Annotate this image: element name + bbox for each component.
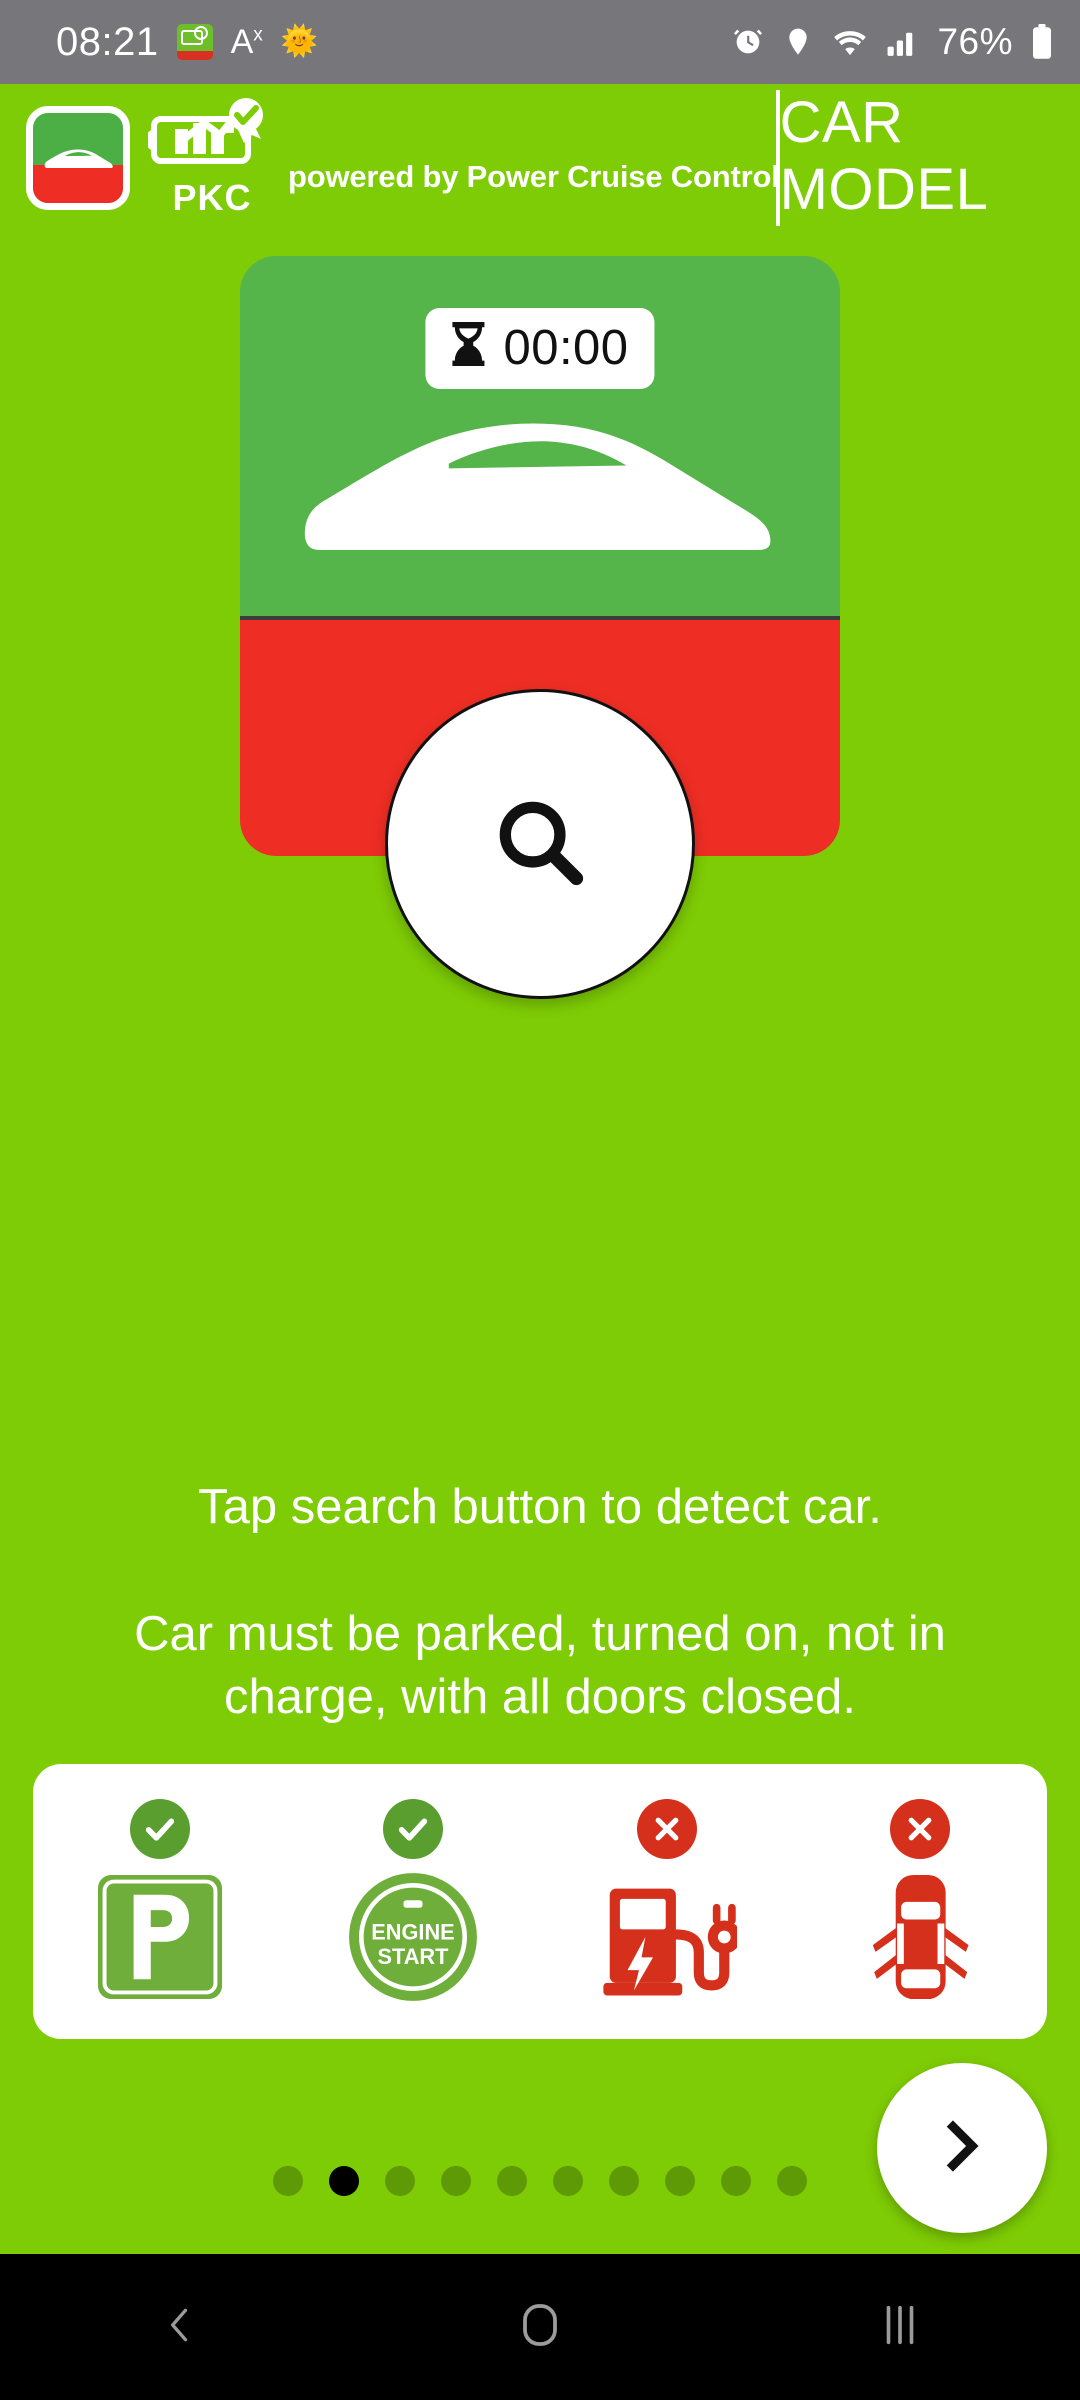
pkc-battery-logo-icon: PKC [148, 97, 276, 219]
page-dot[interactable] [609, 2166, 639, 2196]
check-icon [129, 1798, 190, 1859]
condition-not-charging [540, 1798, 794, 2005]
app-header-branding: PKC powered by Power Cruise Control [0, 84, 780, 232]
battery-icon [1030, 24, 1054, 60]
check-icon [383, 1798, 444, 1859]
svg-text:START: START [378, 1944, 450, 1969]
parking-p-sign-icon [94, 1869, 226, 2005]
pkc-brand-lockup: PKC powered by Power Cruise Control [148, 97, 780, 219]
condition-engine-on: ENGINE START [287, 1798, 541, 2005]
app-header: PKC powered by Power Cruise Control CAR … [0, 84, 1080, 232]
status-bar: 08:21 Ax 🌞 76% [0, 0, 1080, 84]
location-pin-icon [782, 26, 814, 58]
page-dot[interactable] [273, 2166, 303, 2196]
powered-by-label: powered by Power Cruise Control [288, 159, 780, 194]
chevron-right-icon [931, 2115, 993, 2182]
nav-home-button[interactable] [460, 2254, 620, 2400]
wifi-icon [831, 25, 869, 59]
conditions-card: ENGINE START [33, 1764, 1047, 2039]
page-title: CAR MODEL [779, 90, 989, 222]
page-dot[interactable] [553, 2166, 583, 2196]
sun-emoji-icon: 🌞 [280, 25, 319, 58]
android-nav-bar [0, 2254, 1080, 2400]
status-bar-left: 08:21 Ax 🌞 [56, 20, 318, 65]
cellular-signal-icon [886, 26, 920, 58]
page-dot-active[interactable] [329, 2166, 359, 2196]
home-icon [519, 2301, 561, 2354]
recents-icon [879, 2302, 921, 2353]
svg-text:ENGINE: ENGINE [372, 1919, 455, 1944]
nav-recents-button[interactable] [820, 2254, 980, 2400]
app-screen: 08:21 Ax 🌞 76% PKC powered by Power Crui… [0, 0, 1080, 2400]
detect-timer: 00:00 [425, 308, 655, 389]
next-page-button[interactable] [877, 2063, 1047, 2233]
pkc-app-notification-icon [176, 24, 213, 60]
ev-charging-station-icon [597, 1869, 737, 2005]
car-side-silhouette-icon [304, 423, 771, 550]
page-dot[interactable] [385, 2166, 415, 2196]
pkc-app-icon [26, 106, 130, 210]
engine-start-button-icon: ENGINE START [345, 1869, 481, 2005]
page-dot[interactable] [497, 2166, 527, 2196]
condition-doors-closed [794, 1798, 1048, 2005]
status-bar-right: 76% [731, 21, 1054, 63]
chevron-left-icon [158, 2303, 202, 2352]
car-detect-hero: 00:00 [240, 256, 840, 999]
instruction-secondary: Car must be parked, turned on, not in ch… [134, 1606, 946, 1724]
pkc-logo-wordmark: PKC [172, 177, 252, 218]
instruction-primary: Tap search button to detect car. [198, 1480, 882, 1534]
page-dot[interactable] [721, 2166, 751, 2196]
page-dot[interactable] [665, 2166, 695, 2196]
detect-timer-value: 00:00 [503, 321, 629, 375]
x-icon [890, 1798, 951, 1859]
page-dot[interactable] [441, 2166, 471, 2196]
page-dot[interactable] [777, 2166, 807, 2196]
search-icon [488, 790, 592, 899]
instructions-block: Tap search button to detect car. Car mus… [0, 1480, 1080, 1728]
alarm-clock-icon [731, 25, 765, 59]
text-size-ax-icon: Ax [230, 23, 263, 61]
condition-parked [33, 1798, 287, 2005]
battery-percent-label: 76% [937, 21, 1013, 62]
x-icon [636, 1798, 697, 1859]
hourglass-icon [447, 320, 489, 377]
search-car-button[interactable] [385, 689, 695, 999]
status-bar-clock: 08:21 [56, 19, 159, 64]
car-doors-open-topview-icon [862, 1869, 978, 2005]
nav-back-button[interactable] [100, 2254, 260, 2400]
